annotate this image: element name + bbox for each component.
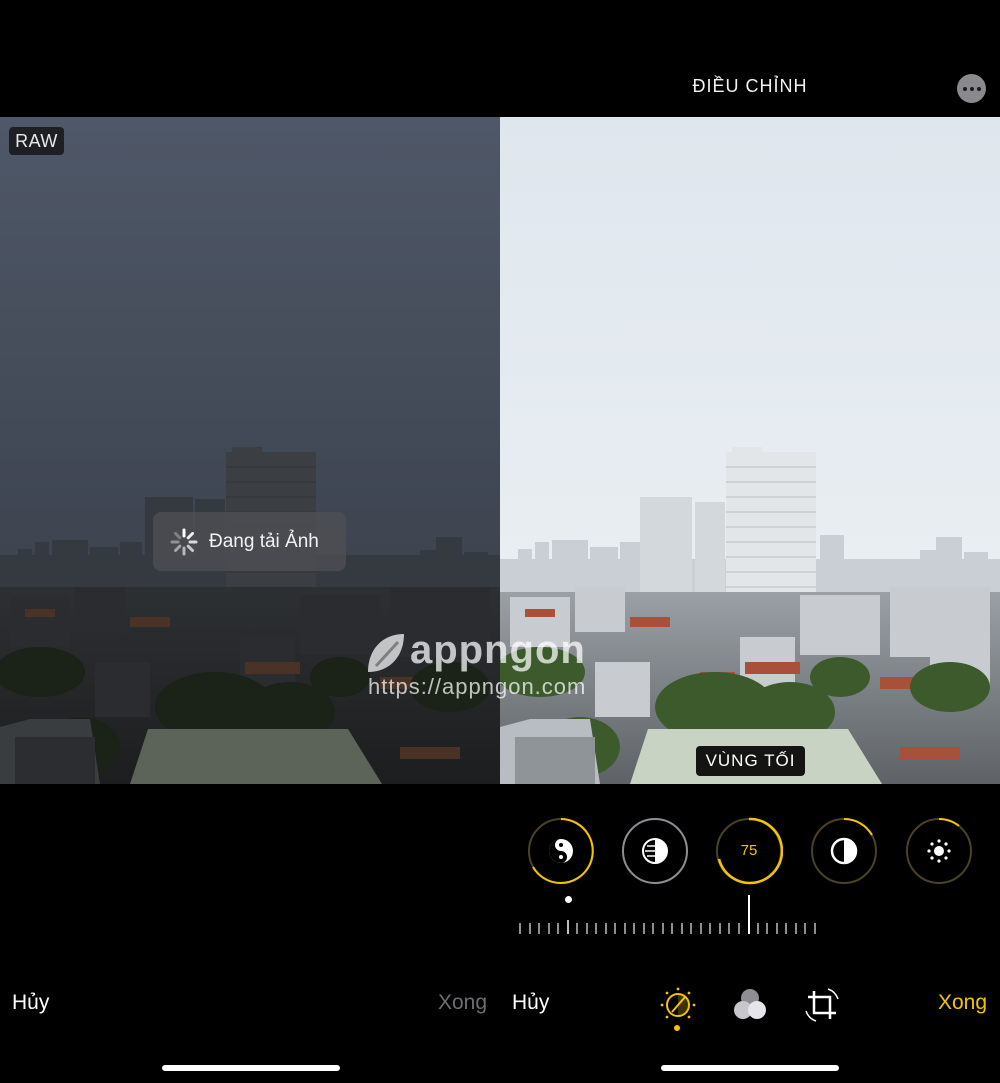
watermark-brand: appngon [410, 628, 500, 672]
exposure-icon [642, 838, 668, 864]
watermark-right: appngon https://appngon.com [500, 628, 640, 708]
active-tool-label: VÙNG TỐI [696, 746, 805, 776]
home-indicator[interactable] [661, 1065, 839, 1071]
raw-badge: RAW [9, 127, 64, 155]
cancel-button[interactable]: Hủy [512, 991, 549, 1015]
adjustment-slider[interactable] [518, 890, 818, 940]
left-panel: RAW Đang tải Ảnh appngon https://appngon [0, 0, 500, 1083]
filters-icon[interactable] [730, 985, 770, 1025]
shadows-dial[interactable]: 75 [715, 817, 783, 885]
crop-icon[interactable] [802, 985, 842, 1025]
watermark-left: appngon https://appngon.com [362, 628, 500, 708]
page-title: ĐIỀU CHỈNH [692, 76, 808, 96]
done-button[interactable]: Xong [438, 991, 487, 1015]
watermark-url: https://appngon.com [368, 674, 500, 699]
right-panel: ĐIỀU CHỈNH gon gon.com VÙNG TỐI 75 Hủy X… [500, 0, 1000, 1083]
spinner-icon [170, 528, 198, 555]
contrast-dial[interactable] [810, 817, 878, 885]
home-indicator[interactable] [162, 1065, 340, 1071]
brightness-dial[interactable] [905, 817, 973, 885]
contrast-icon [830, 837, 858, 865]
auto-dial[interactable] [527, 817, 595, 885]
adjust-icon[interactable] [658, 985, 698, 1025]
watermark-brand: appngon [500, 628, 586, 672]
auto-yin-yang-icon [549, 839, 573, 863]
done-button[interactable]: Xong [938, 991, 987, 1015]
exposure-dial[interactable] [621, 817, 689, 885]
cancel-button[interactable]: Hủy [12, 991, 49, 1015]
loading-indicator: Đang tải Ảnh [153, 512, 346, 571]
active-tool-indicator [674, 1025, 680, 1031]
shadows-value: 75 [740, 842, 758, 859]
loading-text: Đang tải Ảnh [209, 530, 319, 552]
watermark-url: https://appngon.com [500, 674, 587, 699]
ellipsis-circle-icon[interactable] [957, 74, 986, 103]
brightness-icon [927, 839, 951, 863]
appngon-logo-icon [368, 634, 404, 672]
